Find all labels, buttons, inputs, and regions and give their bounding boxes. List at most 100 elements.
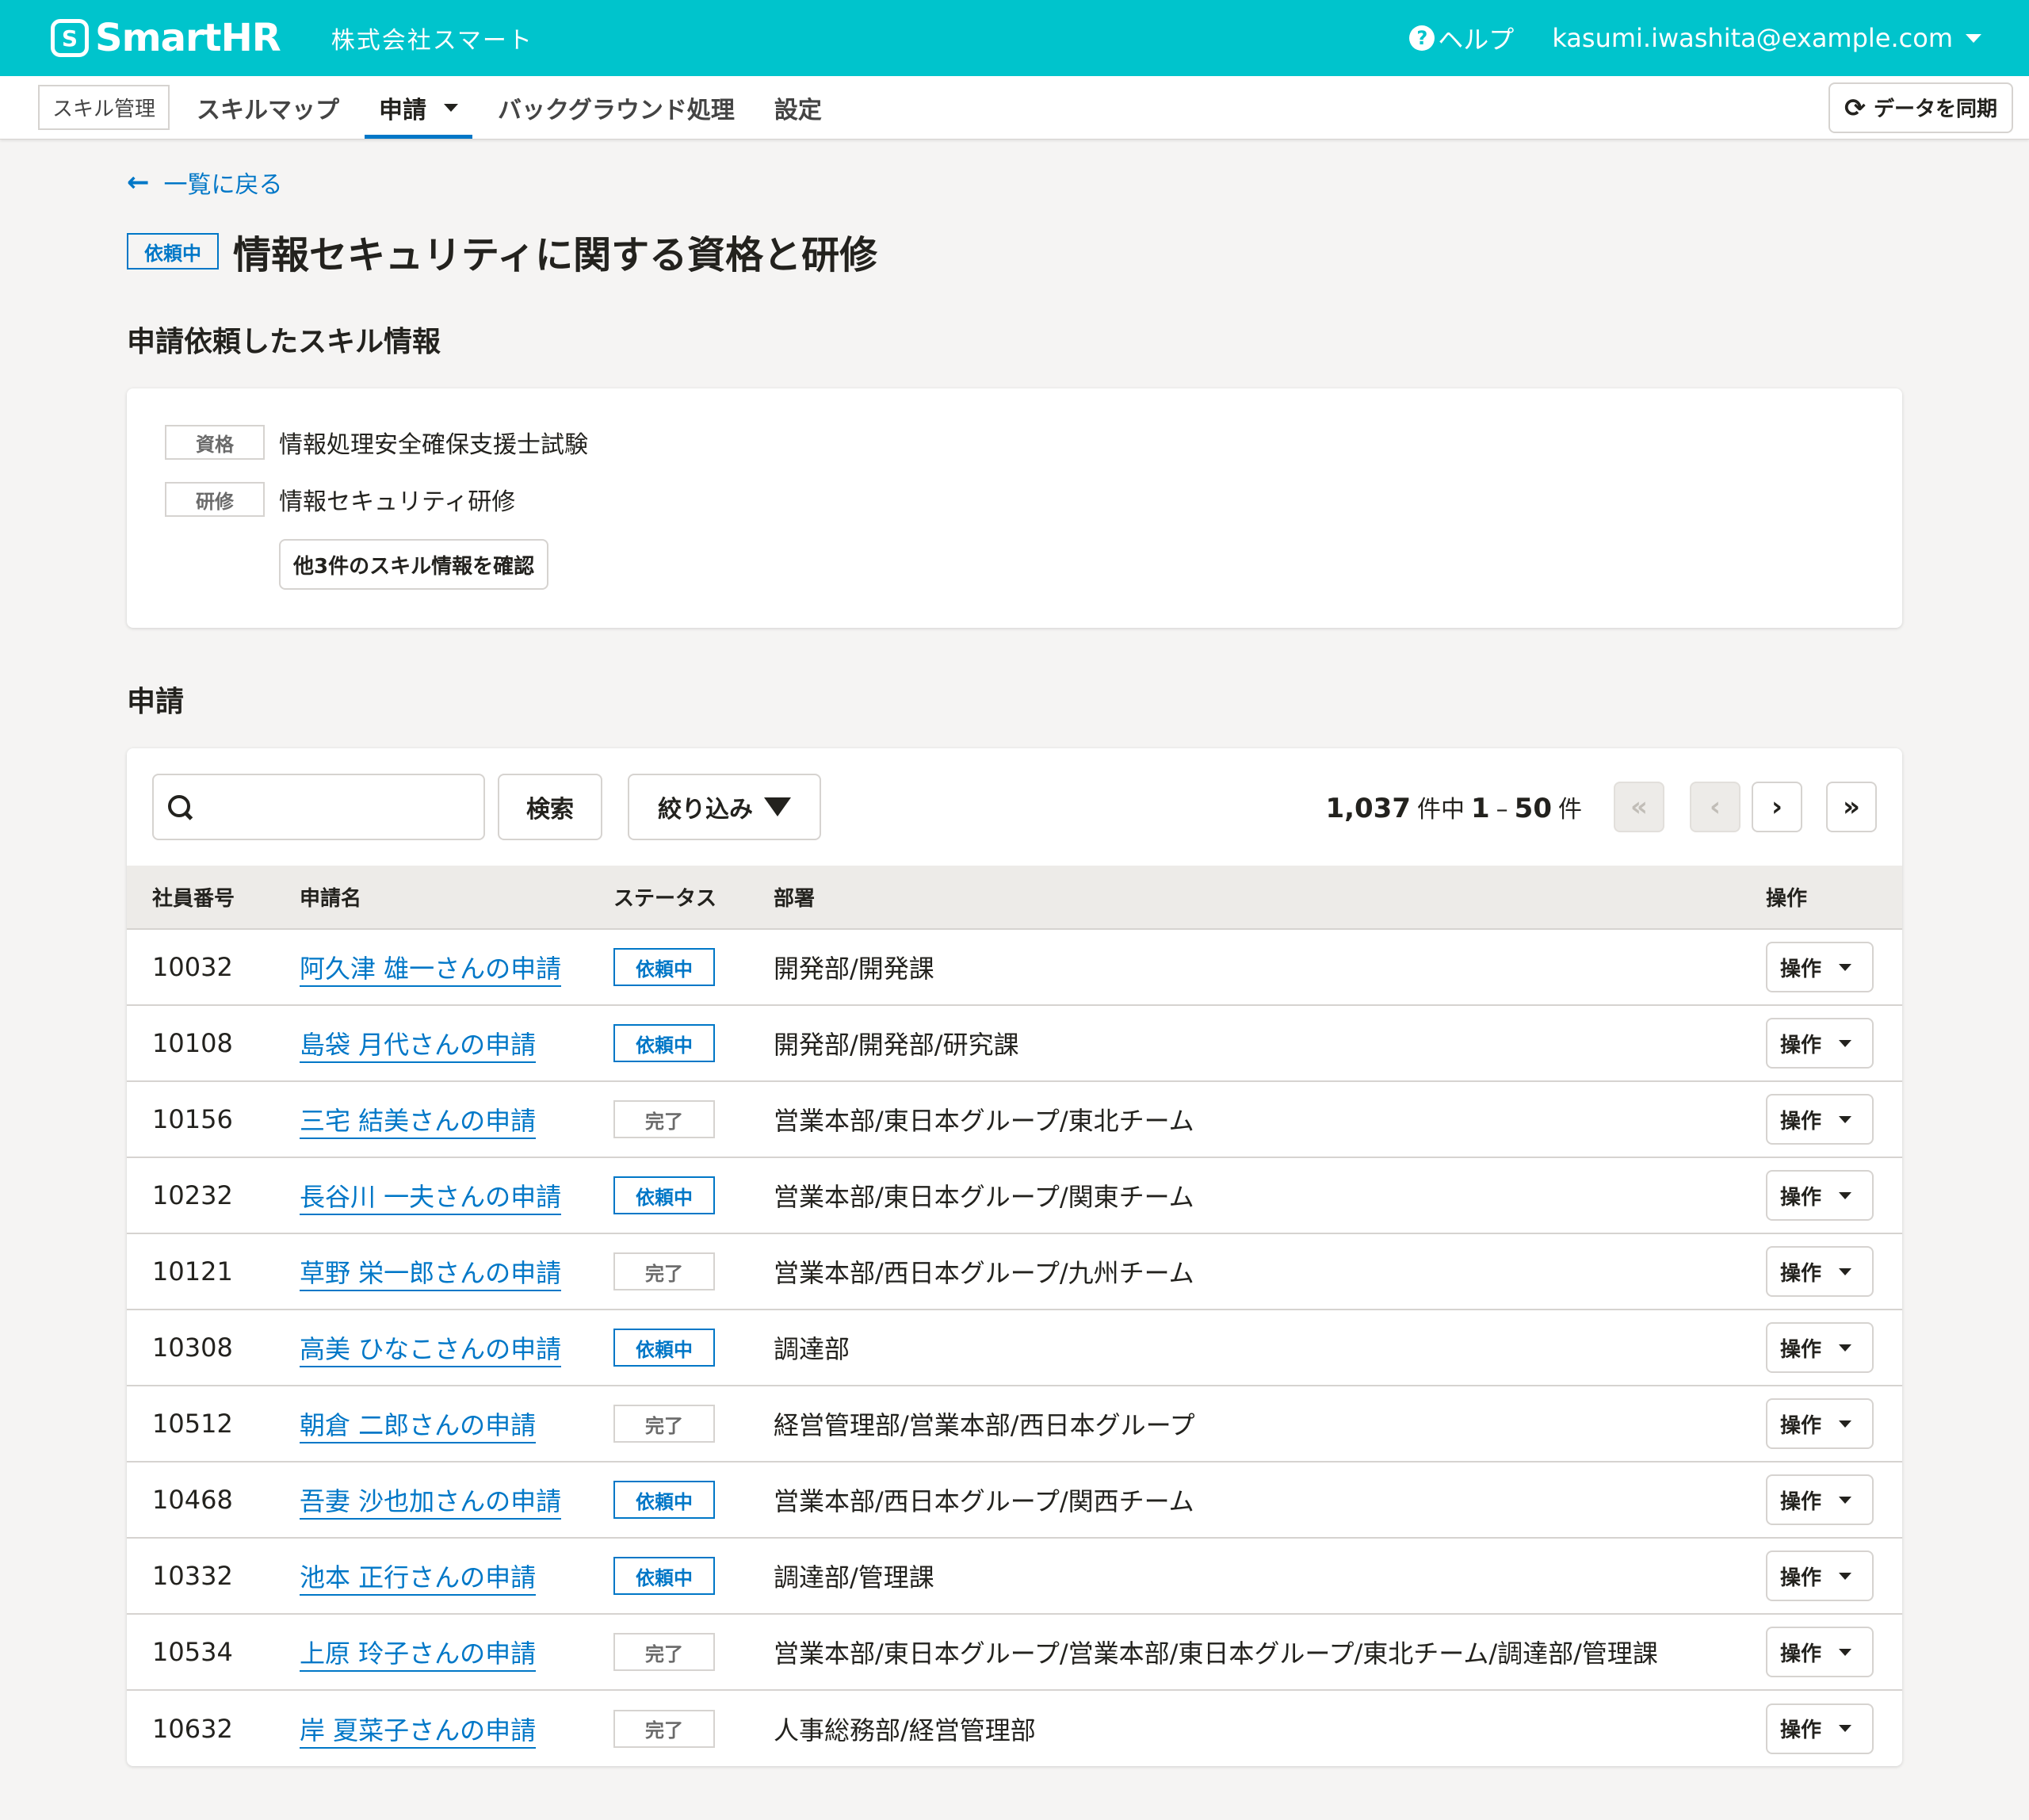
chevron-left-icon: ‹ bbox=[1709, 791, 1721, 823]
request-link[interactable]: 吾妻 沙也加さんの申請 bbox=[300, 1486, 562, 1520]
actions-dropdown-button[interactable]: 操作 bbox=[1766, 1550, 1874, 1601]
prev-page-button[interactable]: ‹ bbox=[1690, 782, 1741, 832]
request-link[interactable]: 池本 正行さんの申請 bbox=[300, 1562, 537, 1596]
caret-down-icon bbox=[1839, 1268, 1852, 1275]
column-header-employee-id: 社員番号 bbox=[127, 866, 300, 930]
department: 調達部 bbox=[774, 1334, 850, 1364]
employee-id: 10468 bbox=[152, 1485, 233, 1515]
department: 人事総務部/経営管理部 bbox=[774, 1715, 1036, 1745]
actions-dropdown-button[interactable]: 操作 bbox=[1766, 1474, 1874, 1525]
skill-type-tag: 資格 bbox=[165, 425, 265, 460]
main-content: ← 一覧に戻る 依頼中 情報セキュリティに関する資格と研修 申請依頼したスキル情… bbox=[0, 165, 2029, 1766]
table-row: 10534 上原 玲子さんの申請 完了 営業本部/東日本グループ/営業本部/東日本グル… bbox=[127, 1614, 1902, 1690]
skill-item: 研修 情報セキュリティ研修 bbox=[165, 482, 1864, 517]
table-row: 10156 三宅 結美さんの申請 完了 営業本部/東日本グループ/東北チーム 操作 bbox=[127, 1081, 1902, 1157]
department: 営業本部/東日本グループ/関東チーム bbox=[774, 1182, 1194, 1212]
request-link[interactable]: 島袋 月代さんの申請 bbox=[300, 1030, 537, 1063]
status-badge: 完了 bbox=[613, 1252, 715, 1290]
back-link[interactable]: ← 一覧に戻る bbox=[127, 165, 1902, 200]
department: 営業本部/東日本グループ/営業本部/東日本グループ/東北チーム/調達部/管理課 bbox=[774, 1638, 1658, 1669]
employee-id: 10032 bbox=[152, 952, 233, 982]
search-button[interactable]: 検索 bbox=[498, 774, 602, 840]
skills-section-title: 申請依頼したスキル情報 bbox=[127, 326, 441, 358]
actions-dropdown-button[interactable]: 操作 bbox=[1766, 1246, 1874, 1297]
department: 調達部/管理課 bbox=[774, 1562, 934, 1592]
request-link[interactable]: 阿久津 雄一さんの申請 bbox=[300, 954, 562, 987]
table-row: 10032 阿久津 雄一さんの申請 依頼中 開発部/開発課 操作 bbox=[127, 929, 1902, 1005]
double-chevron-right-icon: » bbox=[1843, 791, 1860, 823]
nav-item-background-jobs[interactable]: バックグラウンド処理 bbox=[483, 76, 749, 139]
department: 開発部/開発部/研究課 bbox=[774, 1030, 1019, 1060]
table-row: 10121 草野 栄一郎さんの申請 完了 営業本部/西日本グループ/九州チーム 操作 bbox=[127, 1233, 1902, 1310]
department: 営業本部/西日本グループ/九州チーム bbox=[774, 1258, 1194, 1288]
request-link[interactable]: 高美 ひなこさんの申請 bbox=[300, 1334, 562, 1367]
double-chevron-left-icon: « bbox=[1630, 791, 1648, 823]
status-badge: 依頼中 bbox=[613, 1176, 715, 1214]
actions-dropdown-button[interactable]: 操作 bbox=[1766, 1170, 1874, 1221]
help-label: ヘルプ bbox=[1438, 25, 1515, 55]
status-badge: 依頼中 bbox=[613, 1557, 715, 1595]
caret-down-icon bbox=[1839, 1191, 1852, 1199]
request-link[interactable]: 草野 栄一郎さんの申請 bbox=[300, 1258, 562, 1291]
status-badge: 完了 bbox=[613, 1100, 715, 1138]
sync-icon: ⟳ bbox=[1844, 92, 1866, 123]
actions-dropdown-button[interactable]: 操作 bbox=[1766, 1018, 1874, 1069]
requests-section-title: 申請 bbox=[127, 686, 185, 718]
request-link[interactable]: 朝倉 二郎さんの申請 bbox=[300, 1410, 537, 1443]
search-icon bbox=[166, 793, 193, 820]
user-email: kasumi.iwashita@example.com bbox=[1552, 23, 1953, 53]
actions-dropdown-button[interactable]: 操作 bbox=[1766, 1703, 1874, 1754]
actions-dropdown-button[interactable]: 操作 bbox=[1766, 1322, 1874, 1373]
page-title: 情報セキュリティに関する資格と研修 bbox=[233, 233, 878, 277]
table-row: 10332 池本 正行さんの申請 依頼中 調達部/管理課 操作 bbox=[127, 1538, 1902, 1614]
app-navigation: スキル管理 スキルマップ 申請 バックグラウンド処理 設定 ⟳ データを同期 bbox=[0, 76, 2029, 140]
employee-id: 10108 bbox=[152, 1028, 233, 1058]
table-row: 10108 島袋 月代さんの申請 依頼中 開発部/開発部/研究課 操作 bbox=[127, 1005, 1902, 1081]
request-link[interactable]: 長谷川 一夫さんの申請 bbox=[300, 1182, 562, 1215]
request-link[interactable]: 三宅 結美さんの申請 bbox=[300, 1106, 537, 1139]
status-badge: 依頼中 bbox=[613, 1481, 715, 1519]
company-name: 株式会社スマート bbox=[331, 27, 533, 55]
more-skills-button[interactable]: 他3件のスキル情報を確認 bbox=[279, 539, 549, 590]
employee-id: 10121 bbox=[152, 1256, 233, 1287]
actions-dropdown-button[interactable]: 操作 bbox=[1766, 1398, 1874, 1449]
status-badge: 完了 bbox=[613, 1405, 715, 1443]
column-header-request-name: 申請名 bbox=[300, 866, 613, 930]
caret-down-icon bbox=[1839, 1344, 1852, 1352]
table-row: 10632 岸 夏菜子さんの申請 完了 人事総務部/経営管理部 操作 bbox=[127, 1690, 1902, 1766]
sync-data-button[interactable]: ⟳ データを同期 bbox=[1828, 82, 2013, 133]
app-name: スキル管理 bbox=[38, 85, 170, 130]
actions-dropdown-button[interactable]: 操作 bbox=[1766, 1094, 1874, 1145]
request-link[interactable]: 上原 玲子さんの申請 bbox=[300, 1638, 537, 1672]
caret-down-icon bbox=[1839, 1039, 1852, 1047]
search-input[interactable] bbox=[152, 774, 485, 840]
table-row: 10512 朝倉 二郎さんの申請 完了 経営管理部/営業本部/西日本グループ 操作 bbox=[127, 1386, 1902, 1462]
actions-dropdown-button[interactable]: 操作 bbox=[1766, 1627, 1874, 1677]
chevron-down-icon bbox=[1966, 33, 1981, 43]
help-link[interactable]: ? ヘルプ bbox=[1409, 20, 1514, 56]
caret-down-icon bbox=[1839, 1496, 1852, 1504]
nav-item-skillmap[interactable]: スキルマップ bbox=[182, 76, 353, 139]
global-header: S SmartHR 株式会社スマート ? ヘルプ kasumi.iwashita… bbox=[0, 0, 2029, 76]
next-page-button[interactable]: › bbox=[1752, 782, 1802, 832]
user-menu[interactable]: kasumi.iwashita@example.com bbox=[1552, 23, 1981, 53]
request-link[interactable]: 岸 夏菜子さんの申請 bbox=[300, 1715, 537, 1749]
status-badge: 依頼中 bbox=[613, 1024, 715, 1062]
status-badge: 依頼中 bbox=[613, 948, 715, 986]
actions-dropdown-button[interactable]: 操作 bbox=[1766, 942, 1874, 992]
last-page-button[interactable]: » bbox=[1826, 782, 1877, 832]
filter-button[interactable]: 絞り込み bbox=[628, 774, 821, 840]
skill-name: 情報処理安全確保支援士試験 bbox=[279, 431, 588, 459]
requests-card: 検索 絞り込み 1,037 件中 1 – 50 件 « ‹ › » 社員番号 申… bbox=[127, 748, 1902, 1766]
nav-item-requests[interactable]: 申請 bbox=[365, 76, 473, 139]
help-icon: ? bbox=[1409, 25, 1435, 51]
caret-down-icon bbox=[1839, 1725, 1852, 1732]
smarthr-logo[interactable]: S SmartHR bbox=[51, 16, 281, 60]
employee-id: 10156 bbox=[152, 1104, 233, 1134]
employee-id: 10308 bbox=[152, 1332, 233, 1363]
status-badge: 完了 bbox=[613, 1709, 715, 1748]
caret-down-icon bbox=[1839, 1572, 1852, 1580]
first-page-button[interactable]: « bbox=[1614, 782, 1664, 832]
nav-item-settings[interactable]: 設定 bbox=[760, 76, 836, 139]
status-badge: 依頼中 bbox=[127, 233, 219, 270]
